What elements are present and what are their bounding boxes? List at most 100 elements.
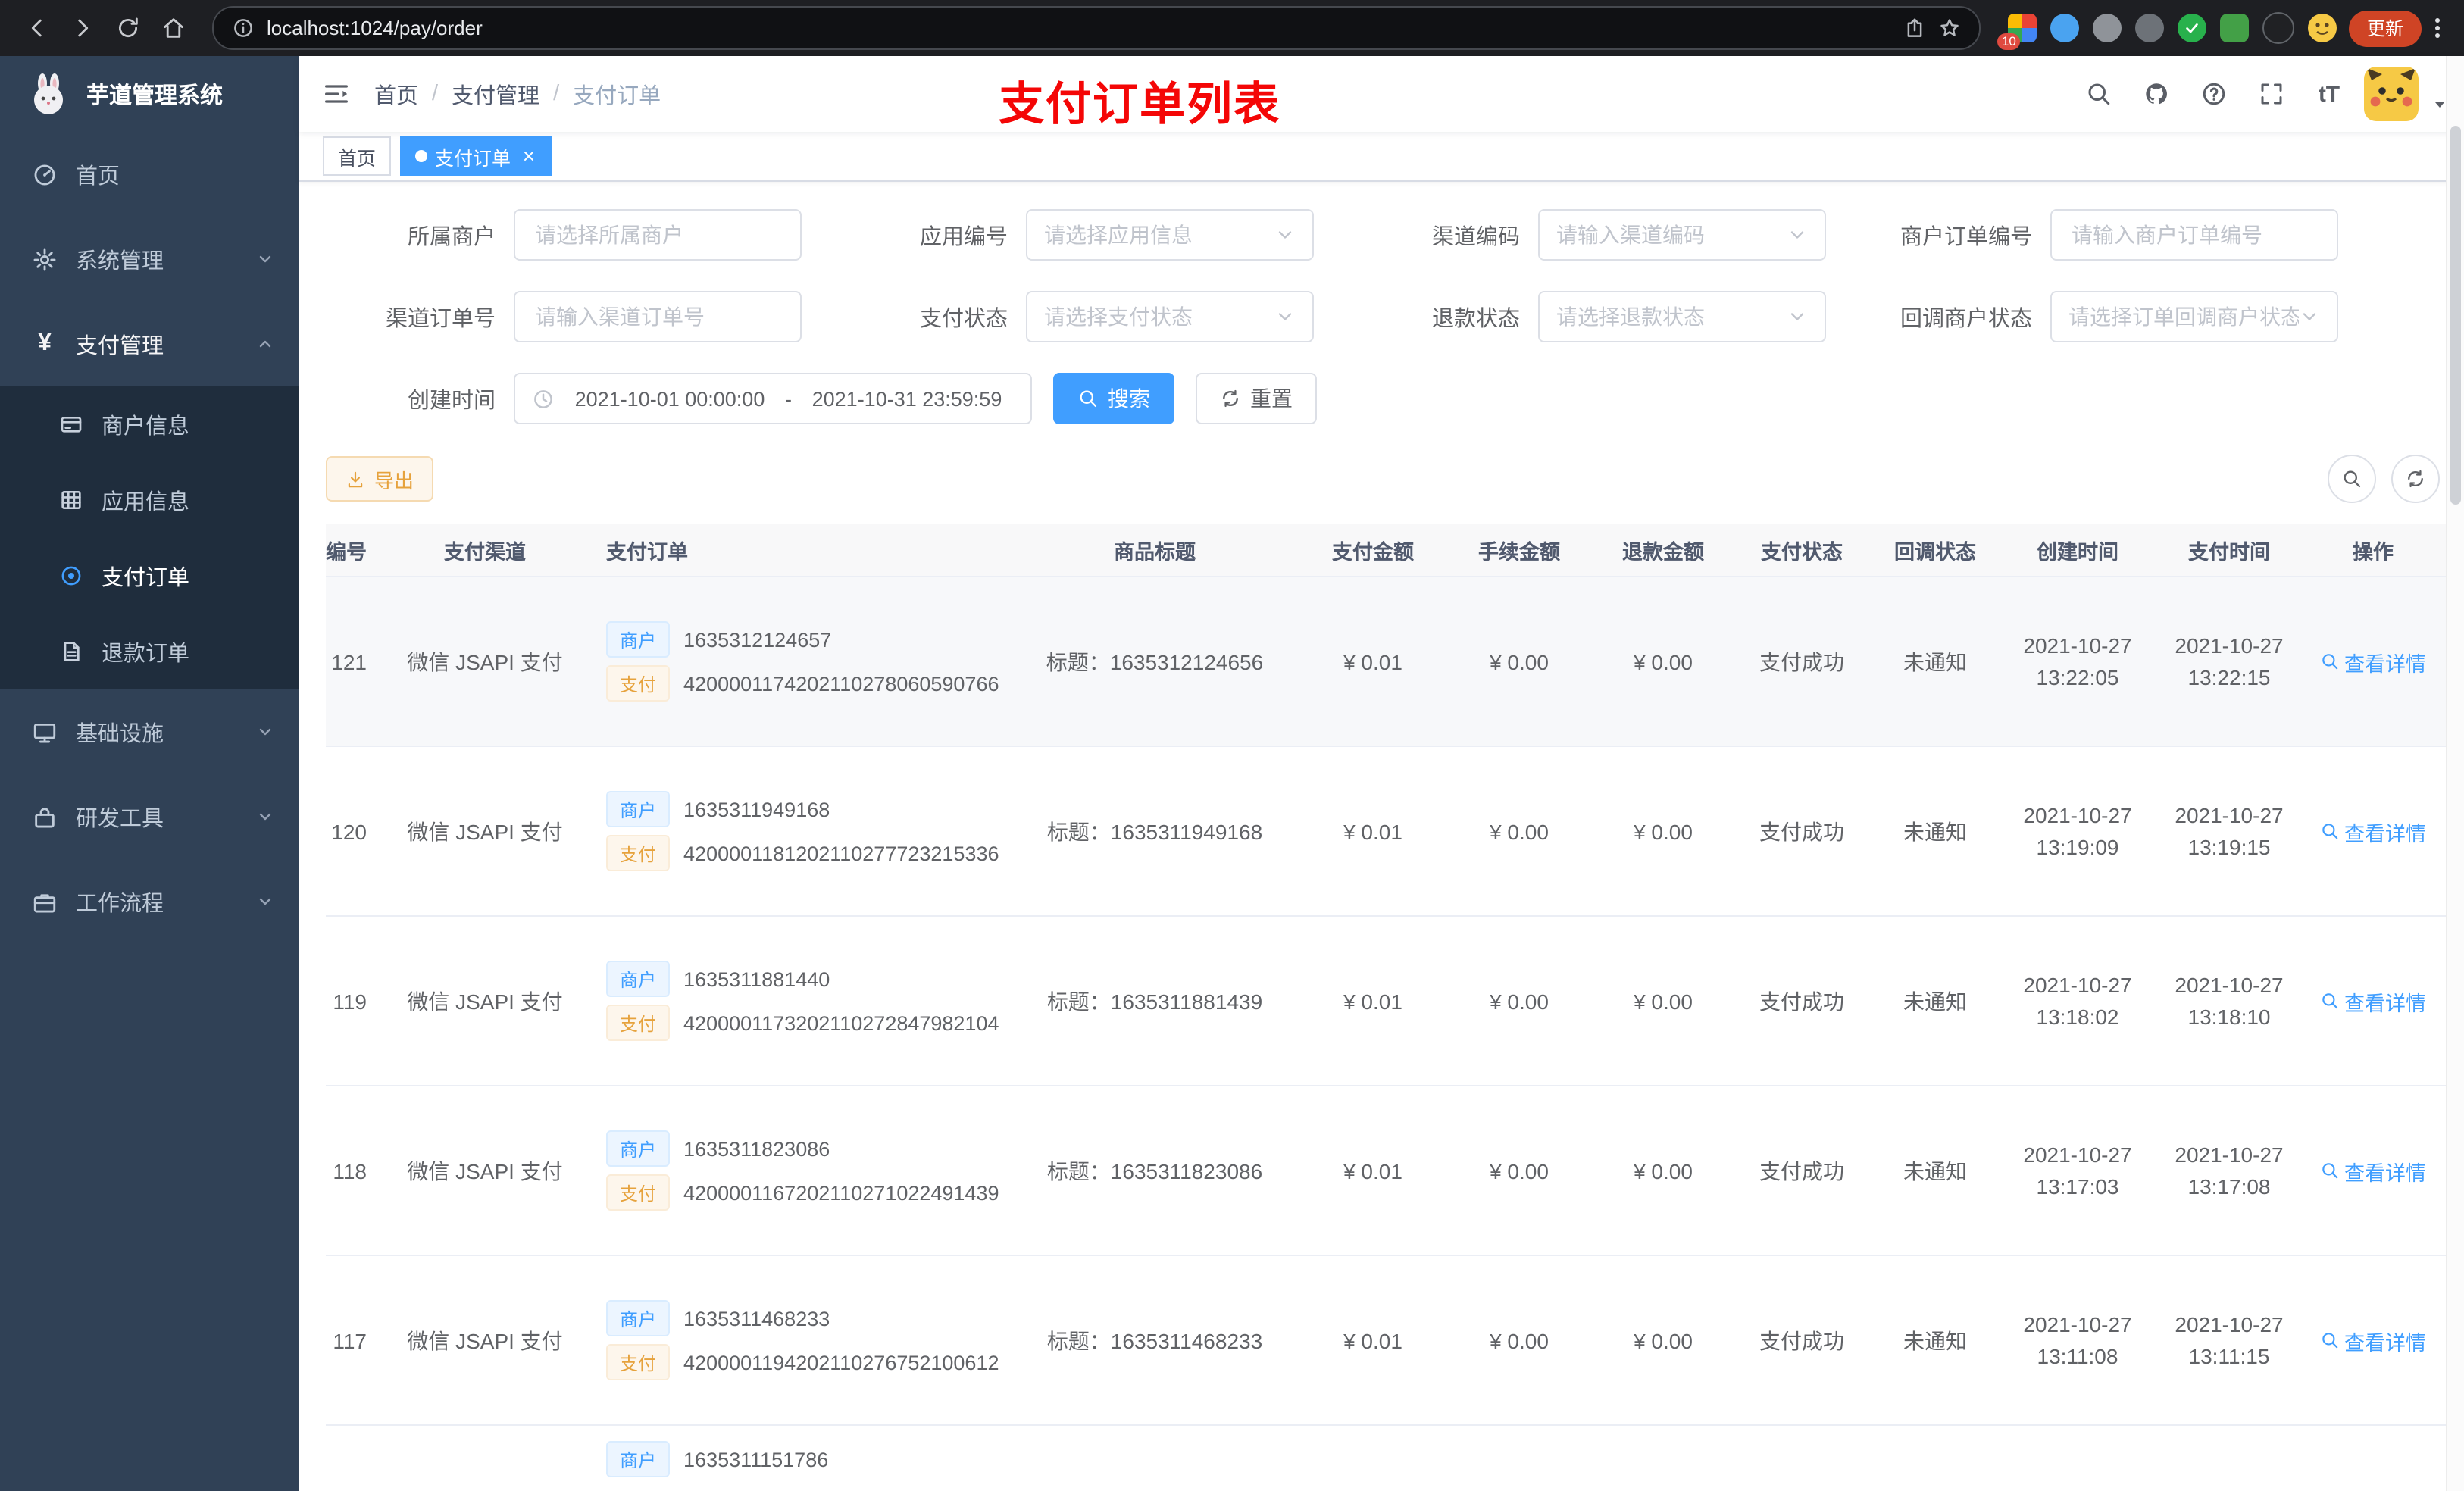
cell-refund: ¥ 0.00 [1634, 649, 1693, 674]
view-detail-link[interactable]: 查看详情 [2320, 816, 2426, 846]
cell-title: 标题：1635311823086 [1046, 1158, 1263, 1183]
search-submit-button[interactable]: 搜索 [1053, 373, 1174, 424]
pay-tag: 支付 [606, 1174, 671, 1211]
sidebar-item-dev-tools[interactable]: 研发工具 [0, 774, 299, 859]
sidebar-item-label: 基础设施 [76, 722, 164, 746]
cell-order-id: 121 [331, 649, 367, 674]
sidebar-item-app-info[interactable]: 应用信息 [0, 462, 299, 538]
sidebar-item-label: 应用信息 [102, 490, 189, 514]
filter-label: 退款状态 [1432, 307, 1520, 331]
view-detail-link[interactable]: 查看详情 [2320, 1325, 2426, 1355]
start-date-input[interactable] [565, 386, 774, 411]
sidebar-item-system[interactable]: 系统管理 [0, 217, 299, 302]
notify-status-select[interactable]: 请选择订单回调商户状态 [2050, 291, 2338, 342]
sidebar-item-label: 支付管理 [76, 334, 164, 358]
sidebar-item-label: 商户信息 [102, 414, 189, 439]
chevron-down-icon [256, 892, 274, 911]
view-detail-link[interactable]: 查看详情 [2320, 1155, 2426, 1186]
sidebar-item-pay-order[interactable]: 支付订单 [0, 538, 299, 614]
cell-amount: ¥ 0.01 [1343, 819, 1402, 843]
table-row: 118 微信 JSAPI 支付 商户 1635311823086 支付 420000… [326, 1086, 2449, 1256]
fullscreen-button[interactable] [2249, 71, 2294, 117]
merchant-input[interactable] [532, 221, 783, 248]
cell-order-id: 117 [333, 1328, 367, 1352]
channel-code-select[interactable]: 请输入渠道编码 [1538, 209, 1826, 261]
table-row: 120 微信 JSAPI 支付 商户 1635311949168 支付 420000… [326, 747, 2449, 917]
select-placeholder: 请选择订单回调商户状态 [2068, 305, 2299, 329]
sidebar-item-workflow[interactable]: 工作流程 [0, 859, 299, 944]
github-button[interactable] [2134, 71, 2179, 117]
view-detail-link[interactable]: 查看详情 [2320, 986, 2426, 1016]
credit-card-icon [59, 412, 83, 436]
time-line: 13:22:15 [2187, 664, 2271, 689]
app-select[interactable]: 请选择应用信息 [1026, 209, 1314, 261]
search-icon [2085, 80, 2112, 108]
user-avatar[interactable] [2364, 67, 2419, 121]
sidebar-item-payment[interactable]: ¥ 支付管理 [0, 302, 299, 386]
refresh-table-button[interactable] [2391, 455, 2440, 503]
cell-order-id [326, 1426, 371, 1491]
sidebar-toggle[interactable] [299, 79, 374, 109]
merchant-order-no-input[interactable] [2068, 221, 2320, 248]
date-line: 2021-10-27 [2175, 972, 2284, 996]
close-icon[interactable] [518, 148, 536, 164]
cell-notify: 未通知 [1903, 989, 1967, 1013]
end-date-input[interactable] [802, 386, 1012, 411]
extension-icon-grid[interactable]: 10 [1997, 14, 2037, 50]
scrollbar-thumb[interactable] [2450, 126, 2461, 505]
time-line: 13:11:08 [2037, 1343, 2118, 1368]
reset-button[interactable]: 重置 [1196, 373, 1317, 424]
profile-avatar-icon[interactable] [2307, 14, 2337, 42]
url-text[interactable]: localhost:1024/pay/order [267, 17, 1891, 39]
pay-tag: 支付 [606, 1344, 671, 1380]
date-range-picker[interactable]: - [514, 373, 1032, 424]
date-line: 2021-10-27 [2175, 802, 2284, 827]
filter-label: 应用编号 [920, 225, 1008, 249]
browser-forward-button[interactable] [61, 7, 103, 49]
sidebar-item-infrastructure[interactable]: 基础设施 [0, 689, 299, 774]
tab-pay-order[interactable]: 支付订单 [400, 136, 552, 176]
header-create-time: 创建时间 [2037, 541, 2118, 564]
extension-icon-green-square[interactable] [2219, 14, 2249, 42]
font-size-button[interactable]: tT [2306, 71, 2352, 117]
browser-update-button[interactable]: 更新 [2348, 10, 2422, 46]
extension-icon-green-check[interactable] [2177, 14, 2206, 42]
extensions-area: 10 [1997, 12, 2346, 50]
extension-icon-blue[interactable] [2050, 14, 2079, 42]
toggle-search-button[interactable] [2328, 455, 2376, 503]
pay-status-select[interactable]: 请选择支付状态 [1026, 291, 1314, 342]
navbar-actions: tT [2076, 67, 2464, 121]
help-button[interactable] [2191, 71, 2237, 117]
bookmark-star-icon[interactable] [1938, 17, 1961, 39]
sidebar-item-merchant-info[interactable]: 商户信息 [0, 386, 299, 462]
time-line: 13:17:03 [2036, 1174, 2119, 1198]
breadcrumb-home[interactable]: 首页 [374, 78, 418, 110]
refund-status-select[interactable]: 请选择退款状态 [1538, 291, 1826, 342]
browser-reload-button[interactable] [106, 7, 149, 49]
breadcrumb-payment[interactable]: 支付管理 [452, 78, 539, 110]
cell-actions: 查看详情 [2305, 986, 2441, 1016]
view-detail-link[interactable]: 查看详情 [2320, 646, 2426, 677]
browser-back-button[interactable] [15, 7, 58, 49]
channel-order-no-input[interactable] [532, 303, 783, 330]
address-bar[interactable]: localhost:1024/pay/order [212, 6, 1981, 50]
tab-home[interactable]: 首页 [323, 136, 392, 176]
extension-icon-gray[interactable] [2092, 14, 2122, 42]
magnifier-icon [2320, 1161, 2340, 1180]
extension-icon-pin[interactable] [2262, 12, 2294, 44]
sidebar-item-home[interactable]: 首页 [0, 132, 299, 217]
vertical-scrollbar[interactable] [2446, 56, 2464, 1491]
browser-home-button[interactable] [152, 7, 194, 49]
cell-fee: ¥ 0.00 [1490, 819, 1549, 843]
search-button[interactable] [2076, 71, 2122, 117]
export-button[interactable]: 导出 [326, 456, 434, 502]
app-logo[interactable]: 芋道管理系统 [0, 56, 299, 132]
sidebar-item-label: 首页 [76, 164, 120, 189]
date-line: 2021-10-27 [2175, 1311, 2284, 1336]
sidebar-item-refund-order[interactable]: 退款订单 [0, 614, 299, 689]
share-icon[interactable] [1903, 17, 1926, 39]
extension-icon-dark[interactable] [2134, 14, 2164, 42]
page-info-icon[interactable] [232, 17, 255, 39]
browser-menu-icon[interactable] [2425, 18, 2449, 38]
cell-fee: ¥ 0.00 [1490, 1158, 1549, 1183]
